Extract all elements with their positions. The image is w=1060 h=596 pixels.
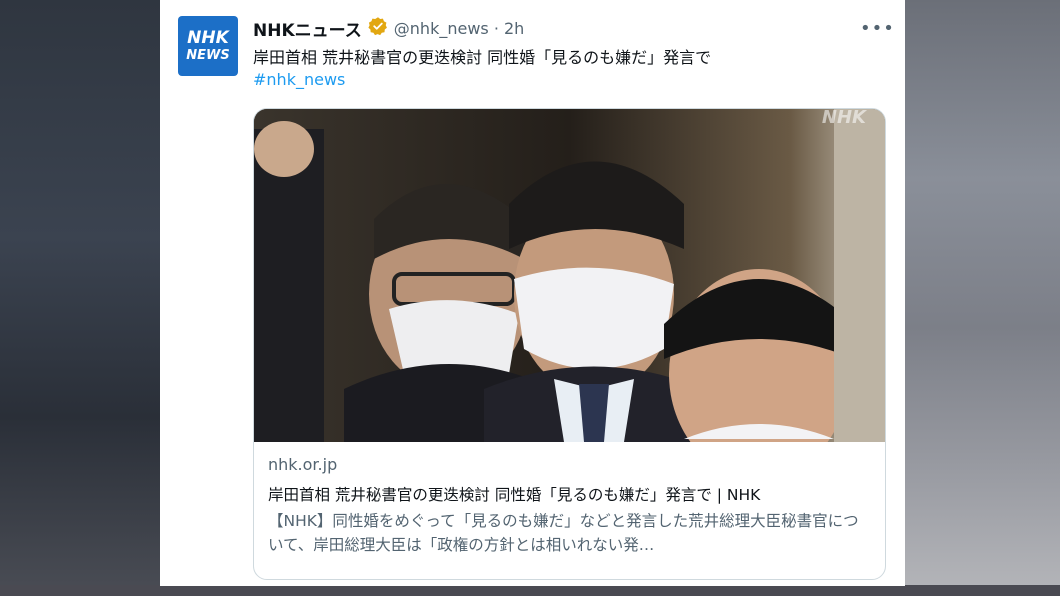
background-left: [0, 0, 160, 596]
news-photo: NHK: [254, 109, 885, 442]
card-description: 【NHK】同性婚をめぐって「見るのも嫌だ」などと発言した荒井総理大臣秘書官につい…: [268, 512, 859, 554]
photo-watermark: NHK: [822, 109, 868, 128]
card-meta: nhk.or.jp 岸田首相 荒井秘書官の更迭検討 同性婚「見るのも嫌だ」発言で…: [268, 455, 873, 557]
handle-and-time[interactable]: @nhk_news · 2h: [394, 19, 525, 38]
avatar-line-1: NHK: [187, 28, 229, 48]
avatar[interactable]: NHK NEWS: [178, 16, 238, 76]
avatar-line-2: NEWS: [186, 48, 230, 63]
tweet-header: NHKニュース @nhk_news · 2h: [253, 16, 525, 41]
card-title: 岸田首相 荒井秘書官の更迭検討 同性婚「見るのも嫌だ」発言で | NHK: [268, 486, 761, 504]
card-domain: nhk.or.jp: [268, 455, 338, 474]
background-bottom: [0, 585, 1060, 596]
verified-badge-icon: [368, 16, 388, 40]
tweet-text: 岸田首相 荒井秘書官の更迭検討 同性婚「見るのも嫌だ」発言で: [253, 48, 712, 67]
link-preview-card[interactable]: NHK nhk.or.jp 岸田首相 荒井秘書官の更迭検討 同性婚「見るのも嫌だ…: [253, 108, 886, 580]
tweet-card[interactable]: NHK NEWS NHKニュース @nhk_news · 2h ••• 岸田首相…: [160, 0, 905, 586]
more-horizontal-icon[interactable]: •••: [860, 18, 895, 39]
display-name[interactable]: NHKニュース: [253, 16, 362, 41]
hashtag-link[interactable]: #nhk_news: [253, 70, 345, 89]
background-right: [905, 0, 1060, 596]
